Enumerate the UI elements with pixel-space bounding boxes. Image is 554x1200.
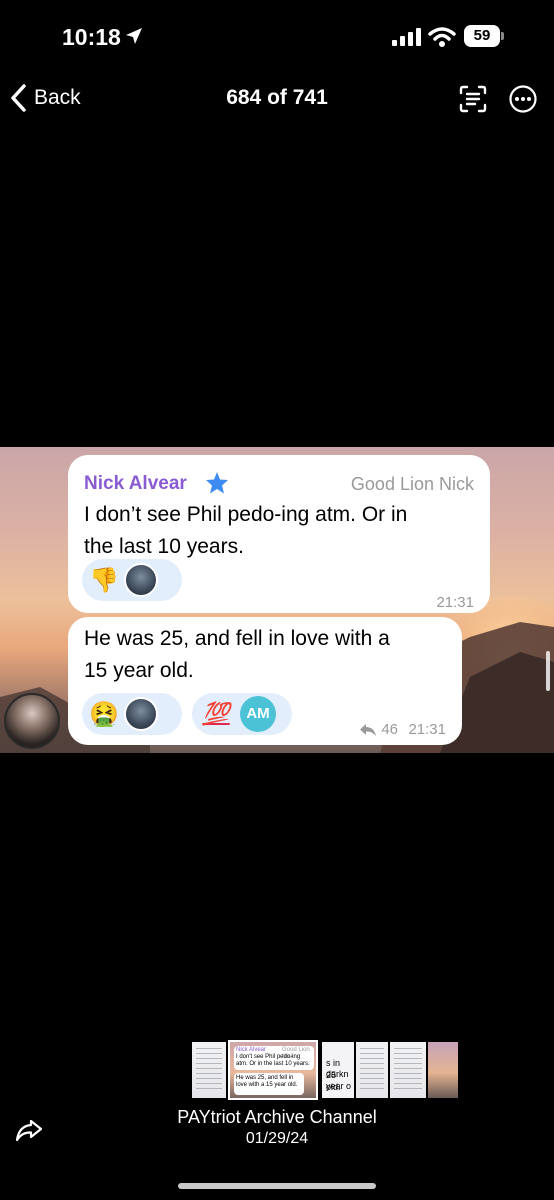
battery-tip [501, 32, 504, 40]
thumbnail[interactable]: s in darkn 25 year o old. [322, 1042, 354, 1098]
location-arrow-icon [126, 28, 142, 44]
thumbnail-strip[interactable]: Nick Alvear Good Lion Nick I don't see P… [192, 1040, 458, 1100]
author-avatar [4, 693, 60, 749]
more-icon[interactable] [508, 84, 538, 114]
thumbnail-text: I don't see Phil pedo-ing atm. Or in the… [236, 1054, 310, 1067]
forward-count: 46 [359, 721, 398, 738]
scroll-handle[interactable] [546, 651, 550, 691]
signal-icon [392, 28, 421, 46]
message-line: 15 year old. [84, 659, 194, 682]
reaction-vomit[interactable]: 🤮 [82, 693, 182, 735]
thumbnail[interactable] [192, 1042, 226, 1098]
caption-title: PAYtriot Archive Channel [177, 1107, 377, 1127]
sender-name: Nick Alvear [84, 473, 187, 494]
message-bubble: He was 25, and fell in love with a 15 ye… [68, 617, 462, 745]
photo-view[interactable]: Nick Alvear Good Lion Nick I don’t see P… [0, 447, 554, 753]
thumbnail-current[interactable]: Nick Alvear Good Lion Nick I don't see P… [228, 1040, 318, 1100]
message-line: He was 25, and fell in love with a [84, 627, 390, 650]
reaction-hundred[interactable]: 💯 AM [192, 693, 292, 735]
message-time: 21:31 [408, 721, 446, 738]
message-line: I don’t see Phil pedo-ing atm. Or in [84, 503, 408, 526]
status-bar: 10:18 59 [0, 0, 554, 70]
message-text: I don’t see Phil pedo-ing atm. Or in the… [84, 499, 484, 563]
battery-level: 59 [464, 25, 500, 47]
forward-count-value: 46 [381, 721, 398, 738]
reaction-thumbs-down[interactable]: 👎 [82, 559, 182, 601]
thumbnail-text: old. [326, 1082, 341, 1092]
star-icon [206, 472, 228, 494]
avatar [124, 563, 158, 597]
sender-tag: Good Lion Nick [350, 474, 474, 494]
text-scan-icon[interactable] [458, 84, 488, 114]
thumbnail[interactable] [356, 1042, 388, 1098]
avatar [124, 697, 158, 731]
thumbnail[interactable] [390, 1042, 426, 1098]
message-bubble: Nick Alvear Good Lion Nick I don’t see P… [68, 455, 490, 613]
hundred-points-icon: 💯 [202, 701, 230, 727]
vomit-face-icon: 🤮 [89, 700, 119, 728]
thumbnail[interactable] [428, 1042, 458, 1098]
home-indicator[interactable] [178, 1183, 376, 1189]
thumbs-down-icon: 👎 [89, 566, 119, 594]
avatar: AM [240, 696, 276, 732]
reply-arrow-icon [360, 723, 377, 736]
caption-date: 01/29/24 [245, 1130, 309, 1147]
message-text: He was 25, and fell in love with a 15 ye… [84, 623, 464, 687]
wifi-icon [428, 27, 456, 47]
battery-icon: 59 [464, 25, 504, 47]
thumbnail-text: He was 25, and fell in love with a 15 ye… [236, 1075, 298, 1088]
message-time: 21:31 [436, 594, 474, 611]
nav-bar: Back 684 of 741 [0, 70, 554, 126]
status-time: 10:18 [62, 24, 121, 50]
thumbnail-text: Nick Alvear [236, 1047, 267, 1053]
